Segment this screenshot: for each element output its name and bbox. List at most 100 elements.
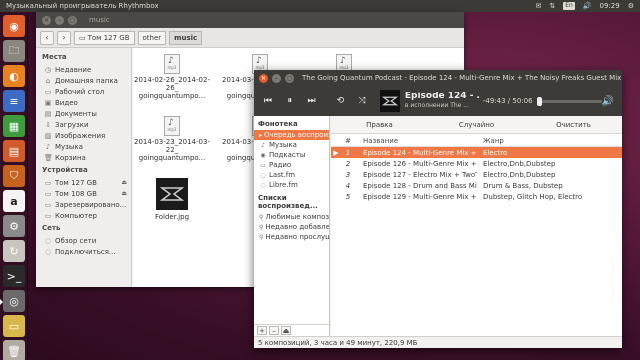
sidebar-item-favorites[interactable]: ⚲ Любимые композ... — [254, 212, 329, 222]
sidebar-item-pictures[interactable]: ▨ Изображения — [36, 130, 131, 141]
column-genre[interactable]: Жанр — [477, 137, 622, 145]
back-button[interactable]: ‹ — [40, 30, 54, 45]
sidebar-item-volume-108[interactable]: ▭ Том 108 GB ⏏ — [36, 188, 131, 199]
seek-handle[interactable] — [537, 96, 543, 106]
writer-icon[interactable]: ≡ — [3, 90, 25, 112]
minimize-button[interactable]: – — [55, 15, 64, 25]
keyboard-layout-indicator[interactable]: En — [563, 2, 575, 10]
clear-button[interactable]: Очистить — [525, 121, 622, 129]
maximize-button[interactable]: ▢ — [68, 15, 77, 25]
sidebar-item-home[interactable]: ⌂ Домашняя папка — [36, 75, 131, 86]
search-icon: ⚲ — [259, 223, 264, 231]
table-row[interactable]: ▶ 1 Episode 124 - Multi-Genre Mix + The.… — [331, 147, 622, 158]
system-tray: ✉ ⇅ En 🔊 09:29 ⚙ — [535, 2, 634, 10]
clock[interactable]: 09:29 — [600, 2, 620, 10]
sidebar-item-downloads[interactable]: ⇩ Загрузки — [36, 119, 131, 130]
radio-icon: ▭ — [260, 161, 266, 169]
sidebar-item-videos[interactable]: ▣ Видео — [36, 97, 131, 108]
mail-icon[interactable]: ✉ — [535, 2, 541, 10]
minimize-button[interactable]: – — [272, 73, 281, 83]
sidebar-item-music[interactable]: ♪ Музыка — [254, 140, 329, 150]
network-header: Сеть — [42, 224, 61, 232]
eject-icon[interactable]: ⏏ — [121, 190, 127, 197]
sidebar-item-trash[interactable]: 🗑 Корзина — [36, 152, 131, 163]
table-row[interactable]: 2 Episode 126 - Multi-Genre Mix + Ha... … — [331, 158, 622, 169]
calc-icon[interactable]: ▦ — [3, 115, 25, 137]
breadcrumb-music[interactable]: music — [169, 30, 203, 45]
sidebar-item-recent[interactable]: ◷ Недавние — [36, 64, 131, 75]
sidebar-item-recently-added[interactable]: ⚲Недавно добавле... — [254, 222, 329, 232]
close-button[interactable]: ✕ — [259, 73, 268, 83]
sidebar-item-lastfm[interactable]: ◌ Last.fm — [254, 170, 329, 180]
music-icon: ♪ — [261, 141, 265, 149]
sidebar-item-reserved[interactable]: ▭ Зарезервировано... — [36, 199, 131, 210]
files-icon[interactable]: 🗀 — [3, 40, 25, 62]
rhythmbox-icon[interactable]: ◎ — [0, 290, 25, 312]
settings-icon[interactable]: ⚙ — [3, 215, 25, 237]
sidebar-item-browse-network[interactable]: ◌ Обзор сети — [36, 235, 131, 246]
software-center-icon[interactable]: ⛉ — [3, 165, 25, 187]
sidebar-item-play-queue[interactable]: ▸Очередь воспроизв... — [254, 130, 329, 140]
shuffle-icon[interactable]: ⤨ — [352, 92, 372, 110]
search-icon: ⚲ — [259, 213, 264, 221]
sidebar-item-documents[interactable]: ▤ Документы — [36, 108, 131, 119]
column-title[interactable]: Название — [355, 137, 477, 145]
shuffle-button[interactable]: Случайно — [428, 121, 525, 129]
queue-icon: ▸ — [259, 131, 263, 139]
amazon-icon[interactable]: a — [3, 190, 25, 212]
eject-icon[interactable]: ⏏ — [121, 179, 127, 186]
file-item-folder-jpg[interactable]: Folder.jpg — [133, 178, 211, 221]
sidebar-item-podcasts[interactable]: ◉ Подкасты — [254, 150, 329, 160]
updates-icon[interactable]: ↻ — [3, 240, 25, 262]
maximize-button[interactable]: ▢ — [285, 73, 294, 83]
breadcrumb-volume[interactable]: ▭ Том 127 GB — [74, 30, 135, 45]
archive-icon[interactable]: ▭ — [3, 315, 25, 337]
impress-icon[interactable]: ▤ — [3, 140, 25, 162]
sidebar-item-librefm[interactable]: ◌ Libre.fm — [254, 180, 329, 190]
terminal-icon[interactable]: >_ — [3, 265, 25, 287]
breadcrumb-other[interactable]: other — [137, 30, 167, 45]
download-icon: ⇩ — [45, 120, 51, 129]
table-row[interactable]: 5 Episode 129 - Multi-Genre Mix + Flu...… — [331, 191, 622, 202]
volume-icon[interactable]: 🔊 — [602, 96, 614, 107]
playlists-header: Списки воспроизвед... — [258, 194, 318, 210]
edit-button[interactable]: Правка — [331, 121, 428, 129]
sidebar-item-computer[interactable]: ▭ Компьютер — [36, 210, 131, 221]
firefox-icon[interactable]: ◐ — [3, 65, 25, 87]
time-display: -49:43 / 50:06 — [482, 97, 533, 105]
next-icon[interactable]: ⏭ — [302, 92, 322, 110]
picture-icon: ▨ — [44, 131, 52, 140]
forward-button[interactable]: › — [57, 30, 71, 45]
search-icon: ⚲ — [259, 233, 264, 241]
column-number[interactable]: # — [341, 137, 355, 145]
file-item[interactable]: mp3 2014-02-26_2014-02-26_goingquantumpo… — [133, 54, 211, 100]
table-row[interactable]: 4 Episode 128 - Drum and Bass Mix + ... … — [331, 180, 622, 191]
previous-icon[interactable]: ⏮ — [258, 92, 278, 110]
ubuntu-dash-icon[interactable]: ◉ — [3, 15, 25, 37]
repeat-icon[interactable]: ⟲ — [330, 92, 350, 110]
close-button[interactable]: ✕ — [42, 15, 51, 25]
sidebar-item-recently-played[interactable]: ⚲Недавно прослуш... — [254, 232, 329, 242]
volume-icon[interactable]: 🔊 — [583, 2, 592, 10]
power-gear-icon[interactable]: ⚙ — [628, 2, 634, 10]
sidebar-item-music[interactable]: ♪ Музыка — [36, 141, 131, 152]
playing-icon: ▶ — [333, 148, 339, 157]
seek-bar[interactable] — [537, 96, 602, 106]
track-table: # Название Жанр ▶ 1 Episode 124 - Multi-… — [331, 136, 622, 202]
eject-icon[interactable]: ⏏ — [281, 326, 291, 335]
file-item[interactable]: mp3 2014-03-23_2014-03-22_goingquantumpo… — [133, 116, 211, 162]
places-header: Места — [42, 53, 67, 61]
drive-icon: ▭ — [44, 189, 52, 198]
remove-button[interactable]: – — [269, 326, 279, 335]
transfer-icon[interactable]: ⇅ — [549, 2, 555, 10]
computer-icon: ▭ — [44, 211, 52, 220]
add-playlist-button[interactable]: + — [257, 326, 267, 335]
sidebar-item-volume-127[interactable]: ▭ Том 127 GB ⏏ — [36, 177, 131, 188]
pause-icon[interactable]: ⏸ — [280, 92, 300, 110]
sidebar-item-radio[interactable]: ▭ Радио — [254, 160, 329, 170]
sidebar-actions: + – ⏏ — [254, 324, 329, 336]
table-row[interactable]: 3 Episode 127 - Electro Mix + TwoThir...… — [331, 169, 622, 180]
trash-icon[interactable]: 🗑 — [3, 340, 25, 360]
sidebar-item-connect-server[interactable]: ◌ Подключиться... — [36, 246, 131, 257]
sidebar-item-desktop[interactable]: ▭ Рабочий стол — [36, 86, 131, 97]
